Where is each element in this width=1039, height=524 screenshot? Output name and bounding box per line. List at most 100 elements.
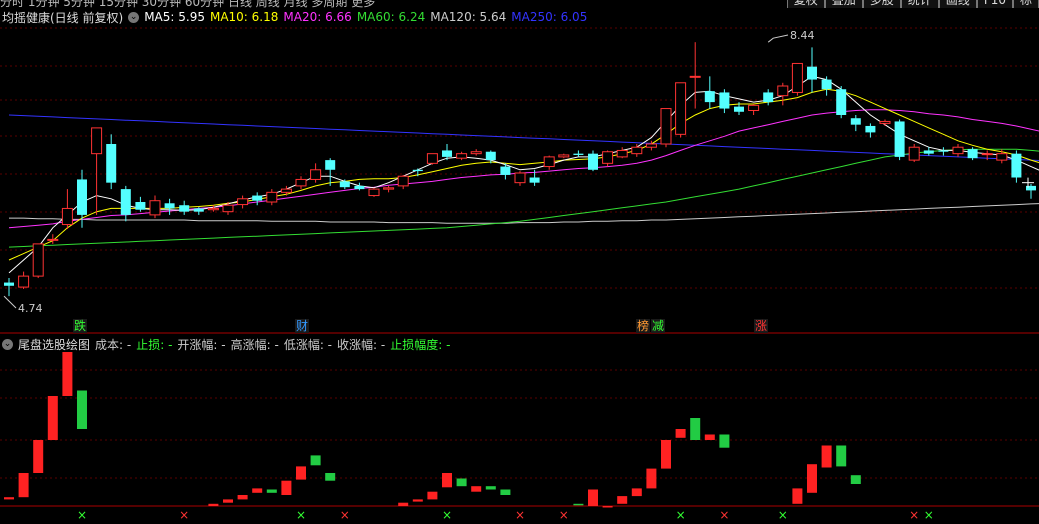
- indicator-bar: [631, 488, 642, 497]
- indicator-bar: [792, 488, 803, 504]
- candle-body: [179, 205, 190, 212]
- indicator-bar: [850, 475, 861, 484]
- candle-body: [310, 169, 322, 180]
- candle-body: [91, 127, 103, 155]
- candle-body: [32, 243, 44, 277]
- candle-body: [77, 179, 87, 215]
- signal-x-mark: ×: [515, 508, 525, 522]
- indicator-bar: [47, 396, 58, 440]
- candle-body: [821, 79, 832, 90]
- indicator-bar: [821, 445, 832, 468]
- candle-body: [397, 175, 409, 187]
- candle-body: [207, 207, 219, 211]
- indicator-bar: [77, 390, 87, 429]
- indicator-bar: [471, 486, 482, 492]
- candle-body: [18, 275, 30, 288]
- indicator-bar: [427, 491, 438, 500]
- candle-body: [266, 191, 278, 203]
- signal-x-mark: ×: [442, 508, 452, 522]
- candle-body: [952, 146, 964, 155]
- indicator-bar: [456, 478, 467, 487]
- event-tag-fall[interactable]: 跌: [73, 319, 88, 333]
- indicator-bar: [588, 489, 598, 506]
- indicator-bar: [266, 489, 277, 493]
- indicator-bar: [602, 506, 613, 508]
- candle-body: [967, 149, 978, 159]
- candle-body: [660, 108, 672, 145]
- indicator-bar: [223, 499, 233, 503]
- signal-x-mark: ×: [719, 508, 729, 522]
- event-tag-reduce[interactable]: 减: [651, 319, 666, 333]
- candle-body: [923, 150, 934, 154]
- candle-body: [280, 188, 292, 193]
- candle-body: [368, 188, 380, 197]
- candle-body: [981, 153, 993, 156]
- candle-body: [996, 153, 1008, 161]
- candle-body: [631, 146, 643, 155]
- candle-body: [164, 203, 175, 209]
- candle-body: [645, 143, 657, 148]
- candle-body: [442, 150, 452, 157]
- candle-body: [1011, 153, 1022, 178]
- candle-body: [412, 169, 423, 172]
- indicator-bar: [33, 440, 44, 473]
- indicator-bar: [617, 496, 628, 504]
- candlesticks: [3, 34, 1036, 309]
- indicator-bar: [62, 352, 73, 396]
- candle-body: [777, 85, 789, 97]
- high-price-label: 8.44: [790, 29, 815, 42]
- candle-body: [456, 153, 468, 159]
- indicator-bar: [675, 429, 686, 438]
- event-tag-earnings[interactable]: 财: [295, 319, 310, 333]
- signal-x-mark: ×: [559, 508, 569, 522]
- signal-x-mark: ×: [179, 508, 189, 522]
- signal-x-mark: ×: [924, 508, 934, 522]
- indicator-bar: [281, 480, 292, 495]
- candle-body: [938, 150, 949, 152]
- indicator-bar: [208, 503, 219, 506]
- candle-body: [354, 185, 365, 190]
- indicator-bar: [237, 495, 248, 500]
- candle-body: [500, 166, 511, 175]
- candle-body: [325, 160, 336, 170]
- candle-body: [558, 154, 570, 158]
- candle-body: [879, 120, 891, 124]
- low-price-label: 4.74: [18, 302, 43, 315]
- sub-indicator-bars: [4, 352, 861, 508]
- event-tag-rank[interactable]: 榜: [636, 319, 651, 333]
- signal-x-mark: ×: [340, 508, 350, 522]
- candle-body: [836, 89, 847, 115]
- indicator-bar: [252, 488, 263, 493]
- signal-x-mark: ×: [778, 508, 788, 522]
- candle-body: [689, 75, 701, 78]
- indicator-bar: [646, 468, 657, 489]
- kline-chart[interactable]: × × × × × × × × × × × × 8.44 4.74: [0, 0, 1039, 524]
- indicator-bar: [704, 434, 715, 440]
- candle-body: [675, 82, 687, 135]
- candle-body: [106, 144, 117, 183]
- candle-body: [602, 151, 614, 164]
- candle-body: [763, 92, 774, 103]
- indicator-bar: [485, 486, 496, 490]
- candle-body: [791, 62, 803, 93]
- indicator-bar: [500, 489, 511, 495]
- candle-body: [573, 153, 584, 155]
- high-marker-line: [767, 34, 789, 43]
- candle-body: [543, 156, 555, 168]
- candle-body: [237, 198, 249, 206]
- candle-body: [339, 181, 350, 188]
- indicator-bar: [807, 464, 817, 493]
- indicator-bar: [442, 473, 452, 488]
- candle-body: [850, 118, 861, 125]
- low-marker-line: [3, 295, 17, 309]
- grid-lines: [0, 27, 1039, 507]
- event-tag-rise[interactable]: 涨: [754, 319, 769, 333]
- indicator-bar: [296, 466, 306, 480]
- candle-body: [588, 153, 598, 170]
- candle-body: [529, 177, 540, 183]
- candle-body: [908, 146, 920, 161]
- indicator-bar: [573, 503, 584, 506]
- indicator-bar: [325, 473, 336, 481]
- candle-body: [252, 195, 263, 201]
- indicator-bar: [398, 502, 409, 506]
